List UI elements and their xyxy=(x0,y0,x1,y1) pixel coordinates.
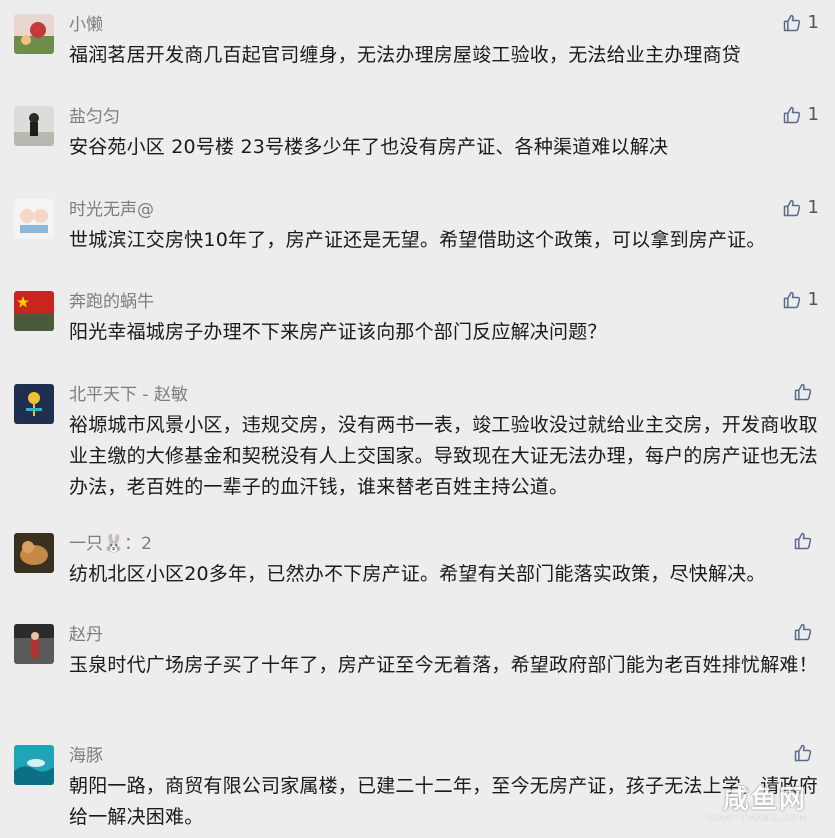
thumbs-up-icon xyxy=(782,198,802,218)
comment-author: 时光无声@ xyxy=(69,200,154,220)
comment-text: 玉泉时代广场房子买了十年了，房产证至今无着落，希望政府部门能为老百姓排忧解难！ xyxy=(69,654,818,676)
like-button[interactable]: 1 xyxy=(782,197,819,219)
comment-author: 盐匀匀 xyxy=(69,107,120,127)
avatar[interactable] xyxy=(14,745,54,785)
like-button[interactable] xyxy=(793,622,819,642)
watermark-subtitle: XIANYUWANG.COM xyxy=(706,814,807,824)
comment-text: 裕塬城市风景小区，违规交房，没有两书一表，竣工验收没过就给业主交房，开发商收取业… xyxy=(69,414,818,498)
comment-author: 海豚 xyxy=(69,746,103,766)
like-count: 1 xyxy=(807,289,819,310)
comment-text: 安谷苑小区 20号楼 23号楼多少年了也没有房产证、各种渠道难以解决 xyxy=(69,136,669,158)
thumbs-up-icon xyxy=(793,622,813,642)
site-watermark: 咸鱼网 XIANYUWANG.COM xyxy=(707,786,807,824)
comment-author: 赵丹 xyxy=(69,625,103,645)
watermark-title: 咸鱼网 xyxy=(722,785,807,815)
thumbs-up-icon xyxy=(782,290,802,310)
avatar[interactable] xyxy=(14,624,54,664)
comment-author: 一只🐰：2 xyxy=(69,534,152,554)
like-button[interactable]: 1 xyxy=(782,289,819,311)
avatar[interactable] xyxy=(14,384,54,424)
like-button[interactable]: 1 xyxy=(782,104,819,126)
comment-author: 北平天下 - 赵敏 xyxy=(69,385,188,405)
comment-text: 纺机北区小区20多年，已然办不下房产证。希望有关部门能落实政策，尽快解决。 xyxy=(69,563,766,585)
like-button[interactable]: 1 xyxy=(782,12,819,34)
avatar[interactable] xyxy=(14,106,54,146)
thumbs-up-icon xyxy=(793,743,813,763)
like-button[interactable] xyxy=(793,743,819,763)
thumbs-up-icon xyxy=(782,13,802,33)
avatar[interactable] xyxy=(14,199,54,239)
like-count: 1 xyxy=(807,12,819,33)
like-button[interactable] xyxy=(793,531,819,551)
like-count: 1 xyxy=(807,197,819,218)
like-count: 1 xyxy=(807,104,819,125)
thumbs-up-icon xyxy=(782,105,802,125)
comment-author: 小懒 xyxy=(69,15,103,35)
thumbs-up-icon xyxy=(793,531,813,551)
avatar[interactable] xyxy=(14,291,54,331)
comment-text: 福润茗居开发商几百起官司缠身，无法办理房屋竣工验收，无法给业主办理商贷 xyxy=(69,44,742,66)
like-button[interactable] xyxy=(793,382,819,402)
avatar[interactable] xyxy=(14,14,54,54)
comment-author: 奔跑的蜗牛 xyxy=(69,292,154,312)
avatar[interactable] xyxy=(14,533,54,573)
comment-text: 世城滨江交房快10年了，房产证还是无望。希望借助这个政策，可以拿到房产证。 xyxy=(69,229,766,251)
thumbs-up-icon xyxy=(793,382,813,402)
comment-text: 阳光幸福城房子办理不下来房产证该向那个部门反应解决问题？ xyxy=(69,321,607,343)
